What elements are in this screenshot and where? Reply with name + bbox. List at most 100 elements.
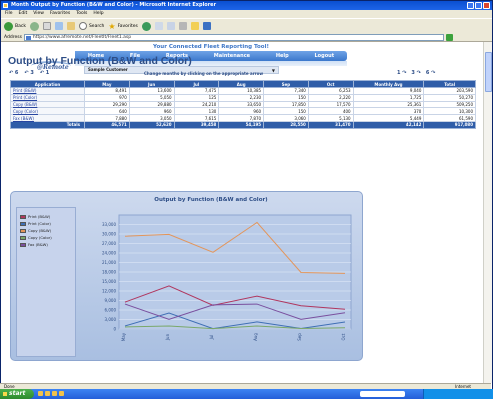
messenger-icon[interactable] [202,22,211,30]
legend-swatch [20,242,26,247]
forward-6-months[interactable]: 6 ↷ [426,70,435,76]
cell: 5,130 [307,114,354,122]
media-icon[interactable] [141,21,151,31]
menu-favorites[interactable]: Favorites [50,10,70,18]
app-link[interactable]: Print (B&W) [10,87,85,95]
cell: 3,050 [128,114,175,122]
menu-edit[interactable]: Edit [19,10,28,18]
vertical-scrollbar[interactable] [483,42,492,383]
go-button[interactable] [445,33,453,41]
table-row: Fax (B&W) 7,880 3,050 7,615 7,870 3,060 … [10,114,476,122]
cell: 130 [173,107,220,116]
back-button[interactable]: Back [4,21,26,31]
stop-icon[interactable] [42,22,51,30]
back-1-month[interactable]: ↶ 1 [40,70,49,76]
minimize-button[interactable] [467,2,474,9]
totals-row: Totals 46,571 52,620 39,458 54,195 28,55… [10,120,476,129]
cell: 28,550 [263,120,309,129]
x-tick-label: Sep [297,333,302,341]
legend-item: Copy (Color) [17,234,75,241]
favorites-button[interactable]: ★ Favorites [108,22,138,31]
cell: 10,385 [218,87,265,95]
cell: 17,850 [263,100,309,109]
legend-swatch [20,235,26,240]
col-jul: Jul [173,80,220,88]
forward-button[interactable] [29,21,39,31]
cell: 125 [173,93,220,102]
back-arrow-icon [4,21,13,31]
start-button[interactable]: start [0,389,34,399]
col-may: May [84,80,130,88]
app-link[interactable]: Copy (Color) [10,107,85,116]
folder-icon[interactable] [190,22,199,30]
cell: 640 [84,107,130,116]
dropdown-arrow-icon: ▼ [271,68,275,73]
y-tick-label: 30,000 [102,232,116,237]
y-tick-label: 6,000 [105,308,117,313]
title-bar: Month Output by Function (B&W and Color)… [1,1,492,10]
scrollbar-thumb[interactable] [485,52,492,92]
toolbar: Back Search ★ Favorites [1,18,492,33]
cell: 7,870 [218,114,265,122]
legend-swatch [20,214,26,219]
cell: 52,620 [128,120,175,129]
cell: 7,340 [263,87,309,95]
cell: 17,570 [307,100,354,109]
mail-icon[interactable] [166,22,175,30]
forward-1-month[interactable]: 1 ↷ [397,70,406,76]
table-row: Copy (B&W) 29,290 29,880 24,210 33,650 1… [10,100,476,109]
refresh-icon[interactable] [54,22,63,30]
cell: 25,361 [352,100,425,109]
nav-maintenance[interactable]: Maintenance [214,53,250,59]
col-aug: Aug [218,80,265,88]
app-link[interactable]: Fax (B&W) [10,114,85,122]
quick-launch-icon[interactable] [45,391,50,396]
back-3-months[interactable]: ↶ 3 [24,70,33,76]
table-row: Print (B&W) 8,491 13,600 7,475 10,385 7,… [10,87,476,95]
taskbar-search[interactable] [360,391,405,397]
cell: 39,458 [173,120,220,129]
cell: 42,142 [352,120,425,129]
cell: 9,040 [352,87,425,95]
menu-tools[interactable]: Tools [76,10,87,18]
x-tick-label: Oct [341,333,346,340]
menu-view[interactable]: View [33,10,44,18]
col-oct: Oct [307,80,354,88]
print-icon[interactable] [178,22,187,30]
back-6-months[interactable]: ↶ 6 [9,70,18,76]
quick-launch-icon[interactable] [38,391,43,396]
address-input[interactable]: https://www.afremote.net/FleetIt/Fleet1.… [23,33,444,41]
cell: 960 [128,107,175,116]
quick-launch [38,391,64,396]
history-icon[interactable] [154,22,163,30]
menu-help[interactable]: Help [93,10,103,18]
cell: 370 [352,107,425,116]
home-icon[interactable] [66,22,75,30]
chart-title: Output by Function (B&W and Color) [154,197,268,203]
search-button[interactable]: Search [78,22,104,30]
app-link[interactable]: Print (Color) [10,93,85,102]
line-chart: 0 3,000 6,000 9,000 12,000 15,000 18,000 21,000… [102,214,352,341]
quick-launch-icon[interactable] [59,391,64,396]
nav-help[interactable]: Help [276,53,289,59]
close-button[interactable] [483,2,490,9]
y-tick-label: 18,000 [102,270,116,275]
table-row: Copy (Color) 640 960 130 960 150 400 370… [10,107,476,116]
col-application: Application [10,80,85,88]
forward-3-months[interactable]: 3 ↷ [411,70,420,76]
cell: 150 [263,93,309,102]
maximize-button[interactable] [475,2,482,9]
nav-logout[interactable]: Logout [315,53,335,59]
cell: 8,491 [84,87,130,95]
month-nav-forward: 1 ↷ 3 ↷ 6 ↷ [397,70,435,76]
menu-file[interactable]: File [5,10,13,18]
cell: 50,270 [423,93,476,102]
quick-launch-icon[interactable] [52,391,57,396]
cell: 13,600 [128,87,175,95]
app-link[interactable]: Copy (B&W) [10,100,85,109]
ie-icon [3,3,8,8]
month-nav-back: ↶ 6 ↶ 3 ↶ 1 [9,70,49,76]
tool-title: Your Connected Fleet Reporting Tool! [153,44,269,50]
output-table: Application May Jun Jul Aug Sep Oct Mont… [10,80,476,129]
cell: 970 [84,93,130,102]
